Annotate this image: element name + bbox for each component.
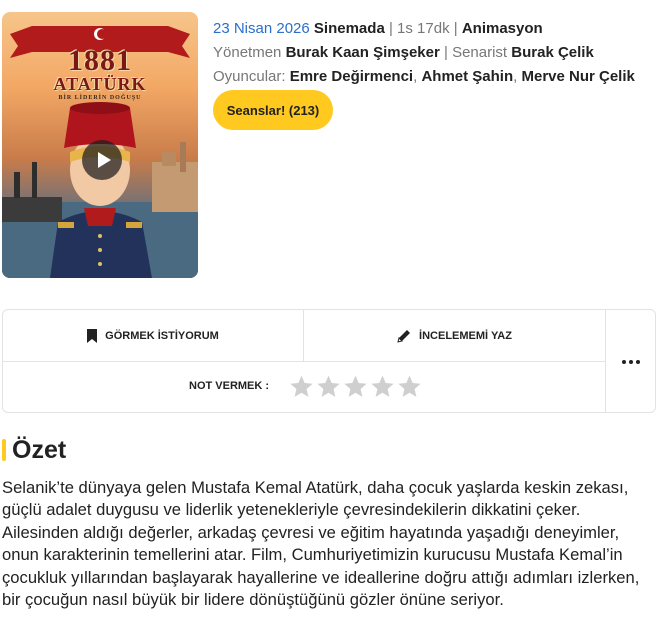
play-trailer-button[interactable]	[82, 140, 122, 180]
star-icon[interactable]	[397, 374, 422, 399]
poster-tagline-text: BİR LİDERİN DOĞUŞU	[58, 95, 142, 101]
write-review-label: İNCELEMEMİ YAZ	[419, 329, 512, 342]
action-card: GÖRMEK İSTİYORUM İNCELEMEMİ YAZ NOT VERM…	[2, 309, 656, 413]
release-date[interactable]: 23 Nisan 2026	[213, 20, 310, 37]
sessions-button[interactable]: Seanslar! (213)	[213, 90, 333, 130]
director-label: Yönetmen	[213, 44, 282, 61]
star-icon[interactable]	[289, 374, 314, 399]
star-icon[interactable]	[316, 374, 341, 399]
crew-line: Yönetmen Burak Kaan Şimşeker | Senarist …	[213, 41, 653, 65]
cast-line: Oyuncular: Emre Değirmenci, Ahmet Şahin,…	[213, 65, 653, 89]
summary-title: Özet	[12, 435, 67, 464]
genre-link[interactable]: Animasyon	[462, 20, 543, 37]
summary-heading: Özet	[2, 434, 66, 466]
writer-label: Senarist	[452, 44, 508, 61]
writer-link[interactable]: Burak Çelik	[511, 44, 594, 61]
star-icon[interactable]	[343, 374, 368, 399]
rating-row: NOT VERMEK :	[3, 362, 606, 413]
separator: |	[453, 20, 458, 37]
cast-link[interactable]: Ahmet Şahin	[421, 68, 513, 85]
rating-label: NOT VERMEK :	[189, 380, 270, 392]
want-to-watch-button[interactable]: GÖRMEK İSTİYORUM	[3, 310, 304, 362]
release-status: Sinemada	[313, 20, 385, 37]
cast-link[interactable]: Emre Değirmenci	[290, 68, 413, 85]
accent-bar	[2, 439, 6, 461]
duration: 1s 17dk	[397, 20, 450, 37]
cast-separator: ,	[413, 68, 418, 85]
pencil-icon	[397, 329, 411, 343]
star-icon[interactable]	[370, 374, 395, 399]
write-review-button[interactable]: İNCELEMEMİ YAZ	[304, 310, 606, 362]
poster-name-text: ATATÜRK	[53, 74, 147, 94]
director-link[interactable]: Burak Kaan Şimşeker	[286, 44, 440, 61]
separator: |	[388, 20, 393, 37]
release-line: 23 Nisan 2026 Sinemada | 1s 17dk | Anima…	[213, 17, 653, 41]
bookmark-icon	[87, 328, 98, 343]
poster-year-text: 1881	[68, 44, 132, 77]
cast-label: Oyuncular:	[213, 68, 286, 85]
separator: |	[443, 44, 448, 61]
summary-text: Selanik’te dünyaya gelen Mustafa Kemal A…	[2, 478, 640, 610]
more-dots-icon	[622, 360, 640, 364]
movie-info: 23 Nisan 2026 Sinemada | 1s 17dk | Anima…	[213, 17, 653, 89]
movie-poster[interactable]: 1881 ATATÜRK BİR LİDERİN DOĞUŞU	[2, 12, 198, 278]
star-rating[interactable]	[289, 374, 422, 399]
want-to-watch-label: GÖRMEK İSTİYORUM	[105, 329, 219, 342]
cast-link[interactable]: Merve Nur Çelik	[521, 68, 634, 85]
more-options-button[interactable]	[606, 310, 656, 414]
play-icon	[97, 152, 111, 168]
cast-separator: ,	[513, 68, 518, 85]
